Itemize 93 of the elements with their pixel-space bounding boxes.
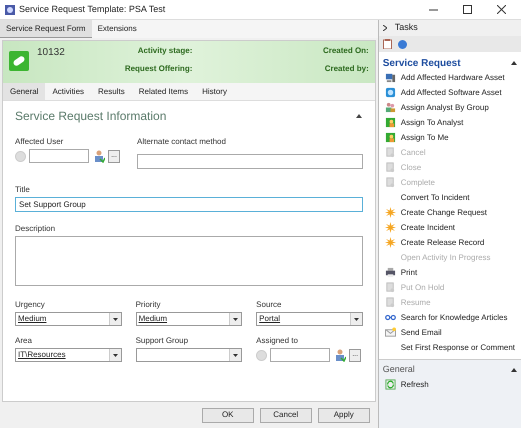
task-item[interactable]: Print <box>384 265 515 280</box>
dropdown[interactable]: Medium <box>15 312 122 326</box>
task-item[interactable]: Convert To Incident <box>384 190 515 205</box>
assign-icon <box>384 132 396 143</box>
task-item[interactable]: Create Incident <box>384 220 515 235</box>
field-label: Description <box>15 224 56 234</box>
tab[interactable]: History <box>195 83 234 100</box>
dropdown[interactable]: Portal <box>256 312 363 326</box>
user-field[interactable] <box>270 348 330 362</box>
software-icon <box>384 87 396 98</box>
dropdown[interactable] <box>136 348 242 362</box>
contact-field[interactable] <box>137 154 363 168</box>
dialog-button[interactable]: OK <box>202 408 254 422</box>
dropdown-value: Medium <box>18 314 46 323</box>
caret-icon <box>354 318 359 320</box>
document-icon <box>384 282 396 293</box>
section-heading: Service Request <box>382 56 461 70</box>
activity-stage-label: Activity stage: <box>138 45 192 57</box>
close-icon <box>496 5 506 14</box>
tab[interactable]: Service Request Form <box>0 20 92 38</box>
task-item[interactable]: Set First Response or Comment <box>384 340 515 355</box>
tab[interactable]: General <box>3 83 46 100</box>
tasks-title: Tasks <box>394 21 418 34</box>
task-item[interactable]: Search for Knowledge Articles <box>384 310 515 325</box>
document-icon <box>384 297 396 308</box>
description-field[interactable] <box>15 236 363 286</box>
tab[interactable]: Extensions <box>92 20 143 38</box>
task-item[interactable]: Add Affected Hardware Asset <box>384 70 515 85</box>
task-item[interactable]: Create Change Request <box>384 205 515 220</box>
field-label: Priority <box>136 300 162 310</box>
user-field[interactable] <box>29 149 89 163</box>
request-id: 10132 <box>37 46 65 60</box>
dropdown[interactable]: Medium <box>136 312 242 326</box>
dialog-button[interactable]: Cancel <box>260 408 312 422</box>
field-label: Area <box>15 336 33 346</box>
caret-icon <box>233 318 238 320</box>
created-by-label: Created by: <box>324 63 369 75</box>
dropdown-value: IT\Resources <box>18 350 66 359</box>
starburst-icon <box>384 237 396 248</box>
tab[interactable]: Activities <box>45 83 92 100</box>
ticket-icon <box>9 51 29 71</box>
task-item[interactable]: Add Affected Software Asset <box>384 85 515 100</box>
dropdown[interactable]: IT\Resources <box>15 348 122 362</box>
tab[interactable]: Results <box>91 83 132 100</box>
chevron-up-icon[interactable] <box>511 368 517 372</box>
field-label: Source <box>256 300 283 310</box>
person-icon[interactable] <box>335 348 346 362</box>
dropdown-value: Portal <box>259 314 280 323</box>
created-on-label: Created On: <box>322 45 369 57</box>
field-label: Affected User <box>15 137 64 147</box>
people-icon <box>384 102 396 113</box>
field-label: Title <box>15 185 31 195</box>
document-icon <box>384 162 396 173</box>
glasses-icon <box>384 312 396 323</box>
task-item[interactable]: Create Release Record <box>384 235 515 250</box>
chevron-icon <box>356 114 362 118</box>
starburst-icon <box>384 222 396 233</box>
dropdown-value: Medium <box>138 314 168 323</box>
document-icon <box>384 177 396 188</box>
section-title: Service Request Information <box>15 108 166 125</box>
task-item[interactable]: Assign To Analyst <box>384 115 515 130</box>
window-title: Service Request Template: PSA Test <box>19 2 166 16</box>
chevron-right-icon[interactable] <box>382 25 387 31</box>
clipboard-icon[interactable] <box>382 39 392 49</box>
field-label: Alternate contact method <box>137 137 227 147</box>
chevron-up-icon[interactable] <box>511 61 517 65</box>
task-item[interactable]: Assign To Me <box>384 130 515 145</box>
request-offering-label: Request Offering: <box>124 63 192 75</box>
assign-icon <box>384 117 396 128</box>
field-label: Assigned to <box>256 336 299 346</box>
collapse-button[interactable] <box>354 112 363 120</box>
field-label: Urgency <box>15 300 46 310</box>
refresh-icon <box>384 379 396 390</box>
help-icon[interactable] <box>398 40 407 48</box>
task-item[interactable]: Assign Analyst By Group <box>384 100 515 115</box>
tab[interactable]: Related Items <box>132 83 196 100</box>
computer-icon <box>384 72 396 83</box>
document-icon <box>384 147 396 158</box>
field-label: Support Group <box>136 336 190 346</box>
person-icon[interactable] <box>94 150 105 162</box>
starburst-icon <box>384 207 396 218</box>
maximize-icon <box>462 5 472 14</box>
printer-icon <box>384 267 396 278</box>
dialog-button[interactable]: Apply <box>318 408 370 422</box>
caret-icon <box>233 354 238 356</box>
envelope-icon <box>384 327 396 338</box>
task-item[interactable]: Refresh <box>384 377 515 392</box>
caret-icon <box>112 318 118 320</box>
caret-icon <box>112 354 118 356</box>
section-heading: General <box>382 363 415 376</box>
app-icon <box>5 4 15 14</box>
task-item[interactable]: Send Email <box>384 325 515 340</box>
title-field[interactable]: Set Support Group <box>15 197 363 212</box>
